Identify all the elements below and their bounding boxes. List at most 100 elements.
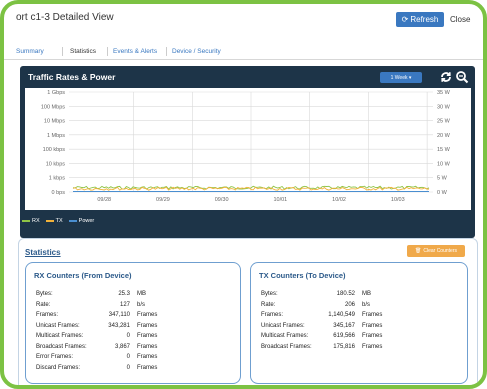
y-tick-label-right: 5 W: [437, 176, 448, 182]
close-button[interactable]: Close: [450, 15, 470, 24]
counter-unit: b/s: [362, 301, 371, 308]
counter-value: 25.3: [118, 291, 130, 297]
legend-item-power: Power: [68, 218, 95, 224]
counter-value: 180.52: [336, 291, 355, 297]
counter-row: Error Frames: 0 Frames: [36, 354, 236, 363]
counter-label: Rate:: [261, 301, 276, 308]
refresh-icon[interactable]: [439, 70, 453, 84]
counter-label: Bytes:: [36, 291, 53, 297]
counter-label: Bytes:: [261, 291, 278, 297]
clear-counters-button[interactable]: 🗑 Clear Counters: [407, 245, 465, 257]
counter-value: 127: [119, 301, 130, 308]
counter-value: 0: [126, 354, 130, 360]
counter-unit: Frames: [362, 312, 383, 318]
tx-counters-title: TX Counters (To Device): [259, 271, 346, 280]
refresh-button-label: Refresh: [410, 15, 439, 24]
legend-item-tx: TX: [45, 218, 63, 224]
y-tick-label-right: 25 W: [437, 119, 451, 125]
counter-unit: Frames: [137, 364, 158, 371]
counter-unit: b/s: [137, 301, 146, 308]
legend-label: RX: [32, 218, 40, 224]
legend-swatch: [22, 220, 30, 222]
tab-divider: [107, 47, 108, 56]
statistics-title[interactable]: Statistics: [25, 248, 61, 257]
counter-unit: Frames: [137, 354, 158, 360]
counter-value: 619,566: [333, 333, 355, 339]
counter-value: 175,816: [333, 343, 355, 350]
counter-label: Discard Frames:: [36, 364, 81, 371]
x-tick-label: 09/28: [97, 197, 111, 203]
window-title: ort c1-3 Detailed View: [16, 12, 114, 23]
x-tick-label: 10/03: [391, 197, 405, 203]
counter-row: Broadcast Frames: 3,867 Frames: [36, 344, 236, 353]
time-range-select[interactable]: 1 Week ▾: [380, 72, 422, 83]
y-tick-label-right: 10 W: [437, 161, 451, 167]
counter-value: 345,167: [333, 322, 355, 329]
counter-value: 1,140,549: [328, 312, 355, 318]
x-tick-label: 10/02: [332, 197, 346, 203]
counter-label: Frames:: [36, 312, 59, 318]
counter-unit: Frames: [137, 333, 158, 339]
tx-counters-card: TX Counters (To Device) Bytes: 180.52 MB Ra…: [250, 262, 468, 384]
x-tick-label: 10/01: [273, 197, 287, 203]
y-tick-label-left: 100 kbps: [43, 147, 66, 153]
counter-row: Multicast Frames: 0 Frames: [36, 333, 236, 342]
y-tick-label-right: 30 W: [437, 104, 451, 110]
y-tick-label-left: 1 Mbps: [47, 133, 65, 139]
zoom-icon[interactable]: [455, 70, 469, 84]
title-bar: ort c1-3 Detailed View ⟳ Refresh Close: [4, 4, 483, 36]
counter-unit: Frames: [137, 343, 158, 350]
legend-label: TX: [55, 218, 63, 224]
counter-value: 206: [344, 301, 355, 308]
counter-value: 0: [126, 333, 130, 339]
rx-counters-card: RX Counters (From Device) Bytes: 25.3 MB Ra…: [25, 262, 241, 384]
traffic-panel-title: Traffic Rates & Power: [28, 72, 116, 82]
counter-value: 0: [126, 364, 130, 371]
tab-divider: [62, 47, 63, 56]
counter-row: Rate: 127 b/s: [36, 302, 236, 311]
counter-label: Unicast Frames:: [261, 322, 305, 329]
counter-row: Unicast Frames: 345,167 Frames: [261, 323, 461, 332]
counter-row: Rate: 206 b/s: [261, 302, 461, 311]
tab-device-security[interactable]: Device / Security: [172, 48, 221, 55]
legend-label: Power: [78, 218, 95, 224]
counter-row: Discard Frames: 0 Frames: [36, 365, 236, 374]
counter-value: 347,110: [108, 312, 130, 318]
tab-events-alerts[interactable]: Events & Alerts: [113, 48, 157, 55]
counter-label: Frames:: [261, 312, 284, 318]
y-tick-label-right: 15 W: [437, 147, 451, 153]
y-tick-label-left: 10 kbps: [46, 161, 66, 167]
counter-row: Frames: 347,110 Frames: [36, 312, 236, 321]
counter-unit: Frames: [137, 312, 158, 318]
y-tick-label-left: 10 Mbps: [44, 119, 65, 125]
legend-swatch: [45, 220, 54, 222]
tab-summary[interactable]: Summary: [16, 48, 44, 55]
counter-unit: Frames: [362, 333, 383, 339]
counter-value: 343,281: [108, 322, 130, 329]
trash-icon: 🗑: [415, 248, 422, 254]
counter-label: Error Frames:: [36, 354, 74, 360]
tab-divider: [166, 47, 167, 56]
window-frame: ort c1-3 Detailed View ⟳ Refresh Close S…: [0, 0, 487, 389]
clear-counters-label: Clear Counters: [423, 248, 457, 254]
y-tick-label-left: 1 Gbps: [47, 90, 65, 96]
counter-unit: MB: [137, 291, 146, 297]
counter-row: Bytes: 25.3 MB: [36, 291, 236, 300]
rx-counters-title: RX Counters (From Device): [34, 271, 132, 280]
traffic-chart: 1 Gbps 100 Mbps 10 Mbps 1 Mbps 100 kbps 10 kb…: [25, 88, 471, 210]
counter-value: 3,867: [114, 343, 130, 350]
x-tick-label: 09/29: [156, 197, 170, 203]
counter-row: Multicast Frames: 619,566 Frames: [261, 333, 461, 342]
y-tick-label-right: 0 W: [437, 190, 448, 196]
y-tick-label-right: 35 W: [437, 90, 451, 96]
refresh-button[interactable]: ⟳ Refresh: [396, 12, 444, 27]
y-tick-label-right: 20 W: [437, 133, 451, 139]
counter-unit: Frames: [137, 322, 158, 329]
counter-row: Broadcast Frames: 175,816 Frames: [261, 344, 461, 353]
counter-unit: Frames: [362, 322, 383, 329]
y-tick-label-left: 1 kbps: [49, 176, 65, 182]
y-tick-label-left: 100 Mbps: [41, 104, 65, 110]
counter-label: Unicast Frames:: [36, 322, 80, 329]
tab-statistics[interactable]: Statistics: [70, 48, 96, 55]
legend-item-rx: RX: [22, 218, 40, 224]
